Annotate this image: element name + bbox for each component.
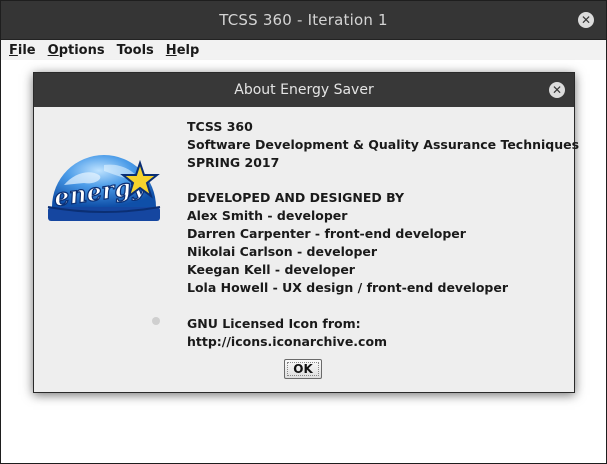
dialog-title: About Energy Saver bbox=[234, 82, 374, 98]
menu-bar: File Options Tools Help bbox=[1, 40, 606, 60]
dialog-close-icon[interactable]: ✕ bbox=[549, 82, 565, 98]
credit-line: Nikolai Carlson - developer bbox=[187, 244, 378, 259]
menu-file[interactable]: File bbox=[9, 43, 36, 58]
window-close-icon[interactable]: ✕ bbox=[578, 12, 594, 28]
term-line: SPRING 2017 bbox=[187, 155, 280, 170]
menu-tools[interactable]: Tools bbox=[117, 43, 154, 58]
energy-star-logo-icon: energy bbox=[47, 155, 161, 221]
credit-line: Darren Carpenter - front-end developer bbox=[187, 226, 466, 241]
ok-button[interactable]: OK bbox=[284, 359, 322, 379]
credit-line: Lola Howell - UX design / front-end deve… bbox=[187, 280, 509, 295]
credit-line: Keegan Kell - developer bbox=[187, 262, 355, 277]
decorative-dot bbox=[152, 317, 160, 325]
menu-options[interactable]: Options bbox=[48, 43, 105, 58]
main-window: TCSS 360 - Iteration 1 ✕ File Options To… bbox=[0, 0, 607, 464]
course-name-line: Software Development & Quality Assurance… bbox=[187, 137, 580, 152]
license-line: GNU Licensed Icon from: bbox=[187, 316, 361, 331]
about-info-text: TCSS 360 Software Development & Quality … bbox=[187, 118, 579, 351]
credit-line: Alex Smith - developer bbox=[187, 208, 348, 223]
dialog-titlebar[interactable]: About Energy Saver ✕ bbox=[34, 73, 574, 107]
course-line: TCSS 360 bbox=[187, 119, 253, 134]
window-titlebar[interactable]: TCSS 360 - Iteration 1 ✕ bbox=[1, 1, 606, 40]
about-dialog: About Energy Saver ✕ energy TCSS 360 Sof… bbox=[33, 72, 579, 393]
menu-help[interactable]: Help bbox=[166, 43, 199, 58]
window-title: TCSS 360 - Iteration 1 bbox=[219, 11, 388, 29]
credits-heading: DEVELOPED AND DESIGNED BY bbox=[187, 190, 405, 205]
license-url: http://icons.iconarchive.com bbox=[187, 334, 388, 349]
